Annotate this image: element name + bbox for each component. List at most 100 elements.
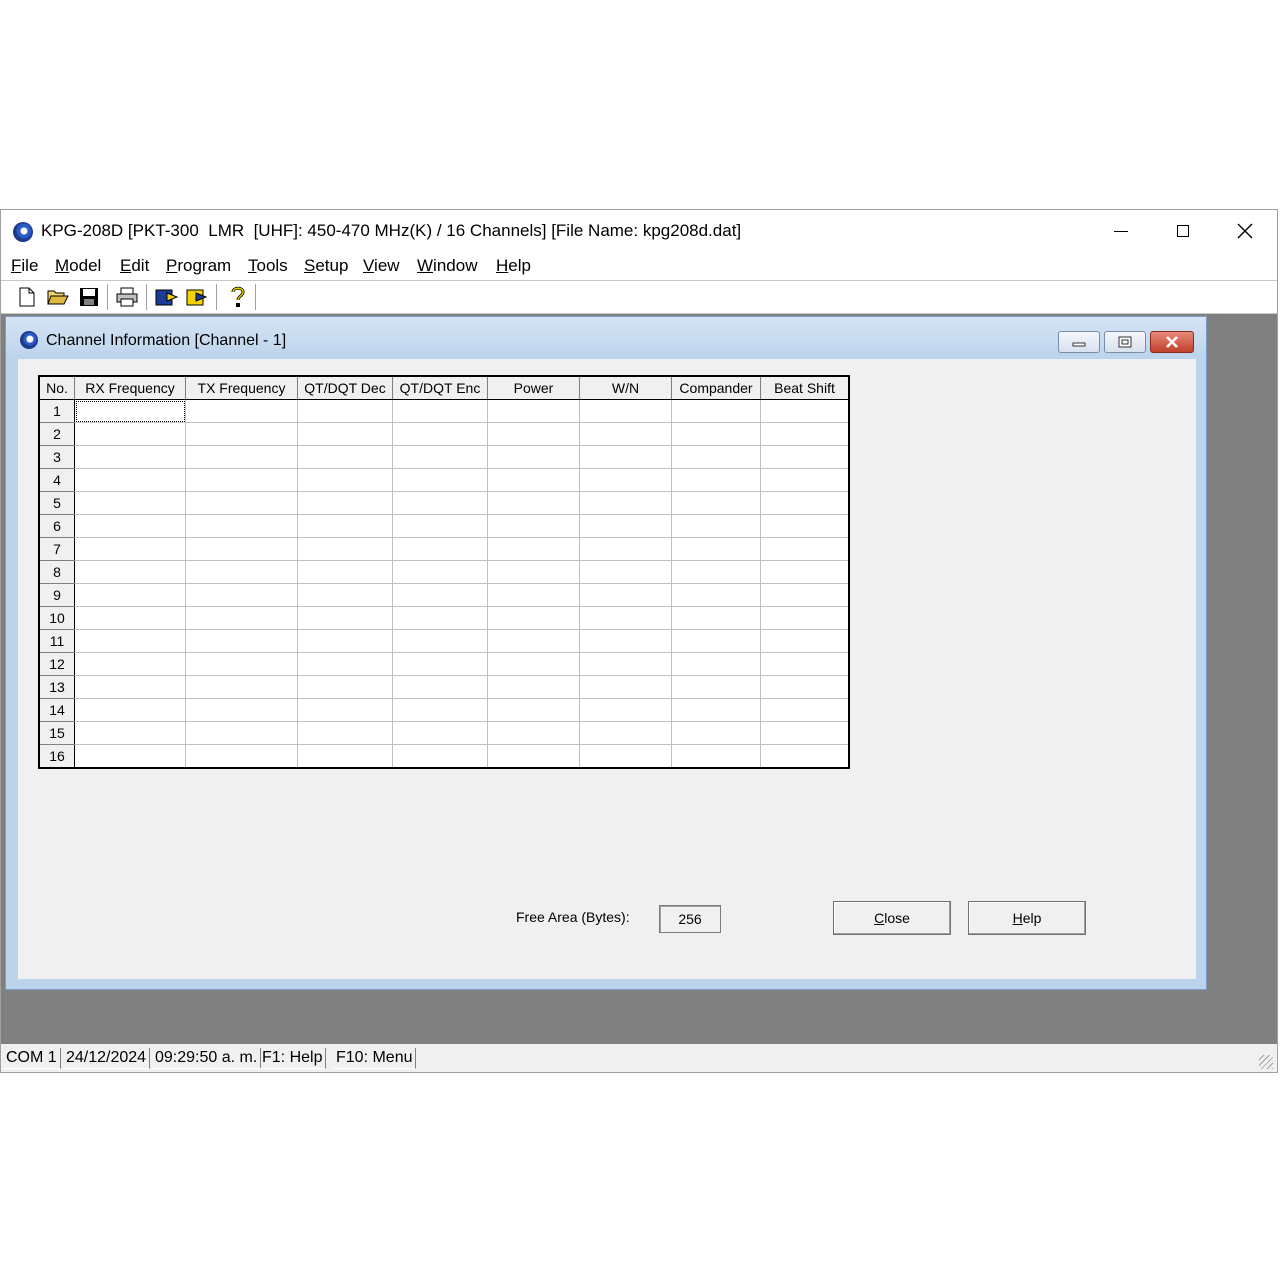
grid-cell[interactable]: [297, 583, 393, 607]
grid-cell[interactable]: [185, 399, 298, 423]
grid-cell[interactable]: [392, 445, 488, 469]
grid-cell[interactable]: [297, 491, 393, 515]
grid-cell[interactable]: [760, 652, 850, 676]
new-file-button[interactable]: [15, 285, 39, 309]
column-header-qt-dqt-dec[interactable]: QT/DQT Dec: [297, 375, 393, 400]
grid-cell[interactable]: [392, 468, 488, 492]
grid-cell[interactable]: [392, 583, 488, 607]
grid-cell[interactable]: [487, 583, 580, 607]
row-number[interactable]: 5: [38, 491, 75, 515]
print-button[interactable]: [115, 285, 139, 309]
menu-file[interactable]: File: [11, 256, 38, 276]
grid-cell[interactable]: [579, 399, 672, 423]
row-number[interactable]: 7: [38, 537, 75, 561]
help-dialog-button[interactable]: Help: [968, 901, 1086, 935]
grid-cell[interactable]: [74, 606, 186, 630]
grid-cell[interactable]: [671, 675, 761, 699]
grid-cell[interactable]: [671, 629, 761, 653]
grid-cell[interactable]: [579, 468, 672, 492]
grid-cell[interactable]: [671, 422, 761, 446]
grid-cell[interactable]: [74, 583, 186, 607]
grid-cell[interactable]: [487, 652, 580, 676]
grid-cell[interactable]: [487, 698, 580, 722]
row-number[interactable]: 11: [38, 629, 75, 653]
grid-cell[interactable]: [185, 652, 298, 676]
grid-cell[interactable]: [579, 537, 672, 561]
grid-cell[interactable]: [760, 491, 850, 515]
grid-cell[interactable]: [392, 744, 488, 769]
column-header-qt-dqt-enc[interactable]: QT/DQT Enc: [392, 375, 488, 400]
grid-cell[interactable]: [74, 468, 186, 492]
grid-cell[interactable]: [74, 675, 186, 699]
grid-cell[interactable]: [74, 491, 186, 515]
grid-cell[interactable]: [297, 744, 393, 769]
grid-cell[interactable]: [392, 721, 488, 745]
grid-cell[interactable]: [297, 675, 393, 699]
grid-cell[interactable]: [579, 606, 672, 630]
grid-cell[interactable]: [297, 537, 393, 561]
grid-cell[interactable]: [74, 445, 186, 469]
grid-cell[interactable]: [297, 422, 393, 446]
menu-program[interactable]: Program: [166, 256, 231, 276]
menu-window[interactable]: Window: [417, 256, 477, 276]
grid-cell[interactable]: [487, 445, 580, 469]
grid-cell[interactable]: [74, 652, 186, 676]
grid-cell[interactable]: [392, 560, 488, 584]
grid-cell[interactable]: [392, 399, 488, 423]
row-number[interactable]: 9: [38, 583, 75, 607]
row-number[interactable]: 4: [38, 468, 75, 492]
grid-cell[interactable]: [579, 445, 672, 469]
grid-cell[interactable]: [392, 629, 488, 653]
column-header-power[interactable]: Power: [487, 375, 580, 400]
grid-cell[interactable]: [671, 583, 761, 607]
grid-cell[interactable]: [487, 675, 580, 699]
menu-setup[interactable]: Setup: [304, 256, 348, 276]
grid-cell[interactable]: [297, 514, 393, 538]
grid-cell[interactable]: [760, 537, 850, 561]
grid-cell[interactable]: [185, 445, 298, 469]
grid-cell[interactable]: [74, 537, 186, 561]
grid-cell[interactable]: [487, 744, 580, 769]
grid-cell[interactable]: [297, 399, 393, 423]
row-number[interactable]: 10: [38, 606, 75, 630]
grid-cell[interactable]: [392, 422, 488, 446]
grid-cell[interactable]: [760, 514, 850, 538]
grid-cell[interactable]: [760, 399, 850, 423]
grid-cell[interactable]: [185, 560, 298, 584]
grid-cell[interactable]: [760, 675, 850, 699]
grid-cell[interactable]: [671, 514, 761, 538]
grid-cell[interactable]: [185, 491, 298, 515]
help-button[interactable]: [226, 285, 250, 309]
grid-cell[interactable]: [185, 468, 298, 492]
row-number[interactable]: 16: [38, 744, 75, 769]
grid-cell[interactable]: [579, 629, 672, 653]
grid-cell[interactable]: [297, 468, 393, 492]
grid-cell[interactable]: [579, 583, 672, 607]
grid-cell[interactable]: [185, 721, 298, 745]
grid-cell[interactable]: [671, 560, 761, 584]
grid-cell[interactable]: [487, 629, 580, 653]
grid-cell[interactable]: [760, 422, 850, 446]
grid-cell[interactable]: [392, 675, 488, 699]
grid-cell[interactable]: [487, 399, 580, 423]
column-header-compander[interactable]: Compander: [671, 375, 761, 400]
grid-cell[interactable]: [671, 744, 761, 769]
read-radio-button[interactable]: [155, 285, 179, 309]
grid-cell[interactable]: [297, 445, 393, 469]
grid-cell[interactable]: [671, 606, 761, 630]
grid-cell[interactable]: [297, 560, 393, 584]
save-file-button[interactable]: [77, 285, 101, 309]
grid-cell[interactable]: [487, 422, 580, 446]
grid-cell[interactable]: [579, 744, 672, 769]
minimize-button[interactable]: [1091, 210, 1151, 252]
grid-cell[interactable]: [671, 652, 761, 676]
grid-cell[interactable]: [671, 445, 761, 469]
child-close-button[interactable]: [1150, 331, 1194, 353]
column-header-no[interactable]: No.: [38, 375, 75, 400]
grid-cell[interactable]: [671, 468, 761, 492]
grid-cell[interactable]: [579, 514, 672, 538]
grid-cell[interactable]: [760, 629, 850, 653]
grid-cell[interactable]: [185, 744, 298, 769]
grid-cell[interactable]: [579, 675, 672, 699]
grid-cell[interactable]: [74, 698, 186, 722]
